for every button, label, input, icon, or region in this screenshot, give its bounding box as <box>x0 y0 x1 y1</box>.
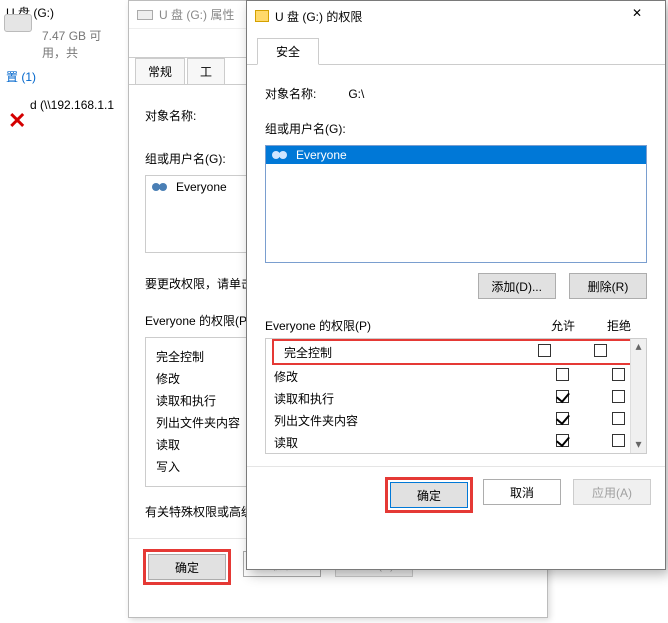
perm-object-value: G:\ <box>348 87 364 101</box>
perm-cancel-label: 取消 <box>510 484 534 501</box>
permissions-body: 对象名称: G:\ 组或用户名(G): Everyone 添加(D)... 删除… <box>247 65 665 466</box>
col-deny: 拒绝 <box>591 317 647 334</box>
perm-row-read: 读取 <box>266 431 646 453</box>
ok-button-highlight: 确定 <box>145 551 229 583</box>
perm-row-listdir: 列出文件夹内容 <box>266 409 646 431</box>
perm-row-modify-label: 修改 <box>274 368 534 385</box>
network-drive-label: d (\\192.168.1.1 <box>30 98 114 112</box>
perm-table: 完全控制 修改 读取和执行 列出文件夹内容 <box>265 338 647 454</box>
perm-ok-highlight: 确定 <box>387 479 471 511</box>
perm-row-full-highlight: 完全控制 <box>272 339 632 365</box>
users-icon <box>272 148 290 162</box>
perm-table-title: Everyone 的权限(P) <box>265 317 535 334</box>
perm-cancel-button[interactable]: 取消 <box>483 479 561 505</box>
close-icon: ✕ <box>632 6 642 20</box>
disconnected-icon: ✕ <box>8 108 26 134</box>
scroll-down-icon[interactable]: ▾ <box>631 437 646 453</box>
drive-item-usb[interactable]: U 盘 (G:) 7.47 GB 可用，共 <box>0 0 130 55</box>
perm-table-header: Everyone 的权限(P) 允许 拒绝 <box>265 317 647 334</box>
col-allow: 允许 <box>535 317 591 334</box>
permissions-titlebar[interactable]: U 盘 (G:) 的权限 ✕ <box>247 1 665 31</box>
tab-security[interactable]: 安全 <box>257 38 319 65</box>
perm-groups-label: 组或用户名(G): <box>265 120 647 137</box>
perm-ok-button[interactable]: 确定 <box>390 482 468 508</box>
deny-listdir-checkbox[interactable] <box>612 412 625 425</box>
groups-label: 组或用户名(G): <box>145 152 226 166</box>
permissions-button-row: 确定 取消 应用(A) <box>247 466 665 523</box>
allow-readexec-checkbox[interactable] <box>556 390 569 403</box>
permissions-tabstrip: 安全 <box>247 31 665 65</box>
users-icon <box>152 180 170 194</box>
deny-read-checkbox[interactable] <box>612 434 625 447</box>
group-buttons: 添加(D)... 删除(R) <box>265 273 647 299</box>
ok-button[interactable]: 确定 <box>148 554 226 580</box>
drive-size: 7.47 GB 可用，共 <box>36 25 130 63</box>
close-button[interactable]: ✕ <box>617 6 657 26</box>
network-drive-item[interactable]: ✕ d (\\192.168.1.1 <box>30 98 114 112</box>
ok-button-label: 确定 <box>175 559 199 576</box>
perm-row-readexec-label: 读取和执行 <box>274 390 534 407</box>
perm-row-read-label: 读取 <box>274 434 534 451</box>
allow-modify-checkbox[interactable] <box>556 368 569 381</box>
add-button-label: 添加(D)... <box>491 278 542 295</box>
perm-table-body: 完全控制 修改 读取和执行 列出文件夹内容 <box>266 339 646 453</box>
allow-full-checkbox[interactable] <box>538 344 551 357</box>
remove-button-label: 删除(R) <box>588 278 629 295</box>
perm-row-readexec: 读取和执行 <box>266 387 646 409</box>
network-locations-header[interactable]: 置 (1) <box>0 65 42 88</box>
properties-title: U 盘 (G:) 属性 <box>159 6 234 23</box>
perm-row-full: 完全控制 <box>276 341 628 363</box>
perm-ok-label: 确定 <box>417 487 441 504</box>
deny-readexec-checkbox[interactable] <box>612 390 625 403</box>
drive-icon <box>4 14 32 32</box>
perm-table-scrollbar[interactable]: ▴ ▾ <box>630 339 646 453</box>
perm-row-modify: 修改 <box>266 365 646 387</box>
deny-full-checkbox[interactable] <box>594 344 607 357</box>
permissions-dialog: U 盘 (G:) 的权限 ✕ 安全 对象名称: G:\ 组或用户名(G): Ev… <box>246 0 666 570</box>
allow-listdir-checkbox[interactable] <box>556 412 569 425</box>
perm-apply-label: 应用(A) <box>592 484 632 501</box>
perm-group-item-label: Everyone <box>296 148 347 162</box>
allow-read-checkbox[interactable] <box>556 434 569 447</box>
tab-security-label: 安全 <box>276 45 300 59</box>
scroll-up-icon[interactable]: ▴ <box>631 339 646 355</box>
tab-tools[interactable]: 工 <box>187 58 225 84</box>
perm-object-row: 对象名称: G:\ <box>265 85 647 102</box>
perm-apply-button[interactable]: 应用(A) <box>573 479 651 505</box>
permissions-title: U 盘 (G:) 的权限 <box>275 8 617 25</box>
object-name-label: 对象名称: <box>145 109 196 123</box>
perm-row-full-label: 完全控制 <box>284 344 516 361</box>
group-item-label: Everyone <box>176 180 227 194</box>
deny-modify-checkbox[interactable] <box>612 368 625 381</box>
remove-button[interactable]: 删除(R) <box>569 273 647 299</box>
perm-object-label: 对象名称: <box>265 85 345 102</box>
folder-icon <box>255 10 269 22</box>
disk-icon <box>137 10 153 20</box>
perm-row-listdir-label: 列出文件夹内容 <box>274 412 534 429</box>
tab-general[interactable]: 常规 <box>135 58 185 84</box>
add-button[interactable]: 添加(D)... <box>478 273 556 299</box>
perm-groups-listbox[interactable]: Everyone <box>265 145 647 263</box>
perm-group-item-everyone[interactable]: Everyone <box>266 146 646 164</box>
